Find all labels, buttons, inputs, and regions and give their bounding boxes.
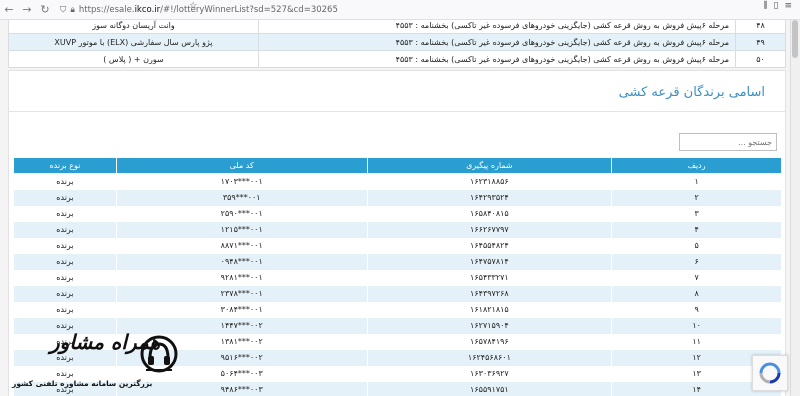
table-row[interactable]: ۶ ۱۶۴۷۵۷۸۱۴ ۰۰۱***۰۹۴۸ برنده — [13, 253, 782, 270]
tracking-number: ۱۶۱۸۲۱۸۱۵ — [366, 301, 613, 318]
watermark-logo: همراه مشاور بزرگترین سامانه مشاوره تلفنی… — [4, 328, 179, 394]
table-row[interactable]: ۱ ۱۶۲۳۱۸۸۵۶ ۰۰۱***۱۷۰۳ برنده — [13, 173, 782, 190]
table-row[interactable]: ۲ ۱۶۴۲۹۳۵۲۴ ۰۰۱***۳۵۹ برنده — [13, 189, 782, 206]
winner-type: برنده — [13, 237, 117, 254]
lottery-list-table: ۴۸ مرحله ۶پیش فروش به روش قرعه کشی (جایگ… — [8, 20, 786, 68]
browser-toolbar: ← → ↻ ⛉ 🔒︎ https://esale.ikco.ir/#!/lott… — [0, 0, 800, 20]
tracking-number: ۱۶۲۳۱۸۸۵۶ — [366, 173, 613, 190]
national-code: ۰۰۱***۰۹۴۸ — [115, 253, 368, 270]
library-icon[interactable]: ⫼ — [763, 1, 767, 11]
divider — [9, 111, 785, 112]
table-row[interactable]: ۳ ۱۶۵۸۴۰۸۱۵ ۰۰۱***۲۵۹۰ برنده — [13, 205, 782, 222]
back-icon[interactable]: ← — [0, 1, 18, 19]
tracking-number: ۱۶۵۷۸۴۱۹۶ — [366, 333, 613, 350]
row-index: ۴ — [611, 221, 782, 238]
scrollbar-thumb[interactable] — [792, 20, 798, 58]
row-index: ۹ — [611, 301, 782, 318]
header-national-code[interactable]: کد ملی — [115, 157, 368, 174]
panel-title: اسامی برندگان قرعه کشی — [618, 85, 765, 100]
national-code: ۰۰۱***۳۵۹ — [115, 189, 368, 206]
tracking-number: ۱۶۴۲۹۳۵۲۴ — [366, 189, 613, 206]
header-index[interactable]: ردیف — [611, 157, 782, 174]
winner-type: برنده — [13, 221, 117, 238]
tracking-number: ۱۶۵۴۳۳۲۷۱ — [366, 269, 613, 286]
national-code: ۰۰۱***۲۵۹۰ — [115, 205, 368, 222]
tracking-number: ۱۶۵۵۹۱۷۵۱ — [366, 381, 613, 396]
national-code: ۰۰۱***۱۷۰۳ — [115, 173, 368, 190]
table-row[interactable]: ۵ ۱۶۴۵۵۴۸۲۴ ۰۰۱***۸۸۷۱ برنده — [13, 237, 782, 254]
national-code: ۰۰۱***۳۰۸۴ — [115, 301, 368, 318]
tracking-number: ۱۶۵۸۴۰۸۱۵ — [366, 205, 613, 222]
winner-type: برنده — [13, 189, 117, 206]
sidebar-icon[interactable]: ▯ — [774, 1, 779, 11]
header-winner-type[interactable]: نوع برنده — [13, 157, 117, 174]
tracking-number: ۱۶۴۵۵۴۸۲۴ — [366, 237, 613, 254]
national-code: ۰۰۱***۲۳۷۸ — [115, 285, 368, 302]
tracking-number: ۱۶۶۲۶۷۷۹۷ — [366, 221, 613, 238]
national-code: ۰۰۱***۱۲۱۵ — [115, 221, 368, 238]
row-index: ۷ — [611, 269, 782, 286]
row-index: ۱ — [611, 173, 782, 190]
tracking-number: ۱۶۲۴۵۶۸۶۰۱ — [366, 349, 613, 366]
winner-type: برنده — [13, 269, 117, 286]
lock-icon: 🔒︎ — [70, 4, 75, 15]
national-code: ۰۰۱***۹۲۸۱ — [115, 269, 368, 286]
scrollbar[interactable] — [790, 20, 800, 396]
tracking-number: ۱۶۲۷۱۵۹۰۴ — [366, 317, 613, 334]
table-row[interactable]: ۴ ۱۶۶۲۶۷۷۹۷ ۰۰۱***۱۲۱۵ برنده — [13, 221, 782, 238]
row-index: ۸ — [611, 285, 782, 302]
winner-type: برنده — [13, 205, 117, 222]
table-row[interactable]: ۴۸ مرحله ۶پیش فروش به روش قرعه کشی (جایگ… — [8, 20, 786, 34]
tracking-number: ۱۶۴۳۹۷۲۶۸ — [366, 285, 613, 302]
tracking-number: ۱۶۳۰۳۶۹۲۷ — [366, 365, 613, 382]
header-tracking[interactable]: شماره پیگیری — [366, 157, 613, 174]
reload-icon[interactable]: ↻ — [36, 1, 54, 19]
recaptcha-icon — [759, 362, 781, 384]
watermark-subtitle: بزرگترین سامانه مشاوره تلفنی کشور — [12, 379, 153, 388]
winner-type: برنده — [13, 301, 117, 318]
menu-icon[interactable]: ≡ — [784, 1, 792, 11]
row-index: ۳ — [611, 205, 782, 222]
row-index: ۵ — [611, 237, 782, 254]
bookmark-star-icon[interactable]: ☆ — [189, 1, 197, 11]
table-row[interactable]: ۴۹ مرحله ۶پیش فروش به روش قرعه کشی (جایگ… — [8, 33, 786, 51]
row-index: ۶ — [611, 253, 782, 270]
winner-type: برنده — [13, 253, 117, 270]
shield-icon: ⛉ — [60, 4, 67, 15]
table-row[interactable]: ۵۰ مرحله ۶پیش فروش به روش قرعه کشی (جایگ… — [8, 50, 786, 68]
row-index: ۲ — [611, 189, 782, 206]
national-code: ۰۰۱***۸۸۷۱ — [115, 237, 368, 254]
winner-type: برنده — [13, 173, 117, 190]
table-row[interactable]: ۷ ۱۶۵۴۳۳۲۷۱ ۰۰۱***۹۲۸۱ برنده — [13, 269, 782, 286]
headset-logo-icon — [140, 335, 178, 373]
winner-type: برنده — [13, 285, 117, 302]
search-input[interactable] — [679, 133, 777, 151]
row-index: ۱۰ — [611, 317, 782, 334]
table-row[interactable]: ۸ ۱۶۴۳۹۷۲۶۸ ۰۰۱***۲۳۷۸ برنده — [13, 285, 782, 302]
forward-icon[interactable]: → — [18, 1, 36, 19]
tracking-number: ۱۶۴۷۵۷۸۱۴ — [366, 253, 613, 270]
row-index: ۱۱ — [611, 333, 782, 350]
recaptcha-badge[interactable] — [752, 355, 788, 391]
table-row[interactable]: ۹ ۱۶۱۸۲۱۸۱۵ ۰۰۱***۳۰۸۴ برنده — [13, 301, 782, 318]
